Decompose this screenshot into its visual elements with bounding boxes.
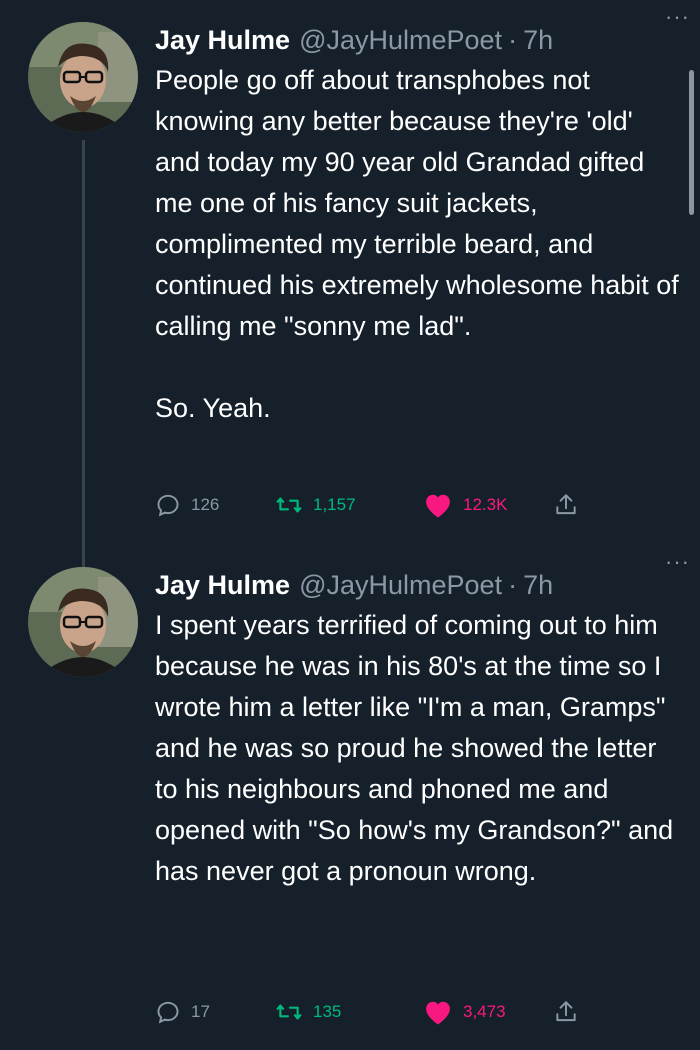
reply-icon — [157, 494, 179, 517]
author-name[interactable]: Jay Hulme — [155, 25, 290, 56]
reply-icon — [157, 1001, 179, 1024]
retweet-count: 1,157 — [313, 495, 356, 514]
tweet-paragraph: People go off about transphobes not know… — [155, 65, 679, 341]
retweet-count: 135 — [313, 1002, 342, 1021]
tweet-text: I spent years terrified of coming out to… — [155, 605, 685, 892]
reply-count: 126 — [191, 495, 220, 514]
more-icon[interactable]: ··· — [665, 551, 690, 573]
retweet-button[interactable]: 1,157 — [275, 487, 356, 523]
heart-icon — [426, 494, 450, 518]
avatar[interactable] — [28, 22, 138, 132]
retweet-icon — [276, 497, 302, 513]
like-button[interactable]: 3,473 — [423, 994, 506, 1030]
share-button[interactable] — [553, 994, 579, 1030]
retweet-button[interactable]: 135 — [275, 994, 341, 1030]
timestamp[interactable]: 7h — [523, 25, 553, 56]
share-button[interactable] — [553, 487, 579, 523]
timestamp[interactable]: 7h — [523, 570, 553, 601]
reply-button[interactable]: 17 — [155, 994, 210, 1030]
like-count: 3,473 — [463, 1002, 506, 1021]
tweet-header: Jay Hulme @JayHulmePoet · 7h — [155, 565, 678, 605]
retweet-icon — [276, 1004, 302, 1020]
tweet[interactable]: Jay Hulme @JayHulmePoet · 7h ··· I spent… — [0, 545, 700, 1050]
avatar[interactable] — [28, 567, 138, 677]
author-handle[interactable]: @JayHulmePoet — [299, 25, 502, 56]
separator-dot: · — [508, 24, 518, 55]
tweet-header: Jay Hulme @JayHulmePoet · 7h — [155, 20, 678, 60]
reply-button[interactable]: 126 — [155, 487, 219, 523]
separator-dot: · — [508, 569, 518, 600]
author-name[interactable]: Jay Hulme — [155, 570, 290, 601]
author-handle[interactable]: @JayHulmePoet — [299, 570, 502, 601]
tweet-paragraph: I spent years terrified of coming out to… — [155, 610, 674, 886]
tweet[interactable]: Jay Hulme @JayHulmePoet · 7h ··· People … — [0, 0, 700, 545]
share-icon — [556, 1001, 576, 1022]
reply-count: 17 — [191, 1002, 210, 1021]
heart-icon — [426, 1001, 450, 1025]
more-icon[interactable]: ··· — [665, 6, 690, 28]
tweet-text: People go off about transphobes not know… — [155, 60, 685, 429]
tweet-paragraph: So. Yeah. — [155, 393, 271, 423]
like-button[interactable]: 12.3K — [423, 487, 507, 523]
share-icon — [556, 494, 576, 515]
like-count: 12.3K — [463, 495, 508, 514]
